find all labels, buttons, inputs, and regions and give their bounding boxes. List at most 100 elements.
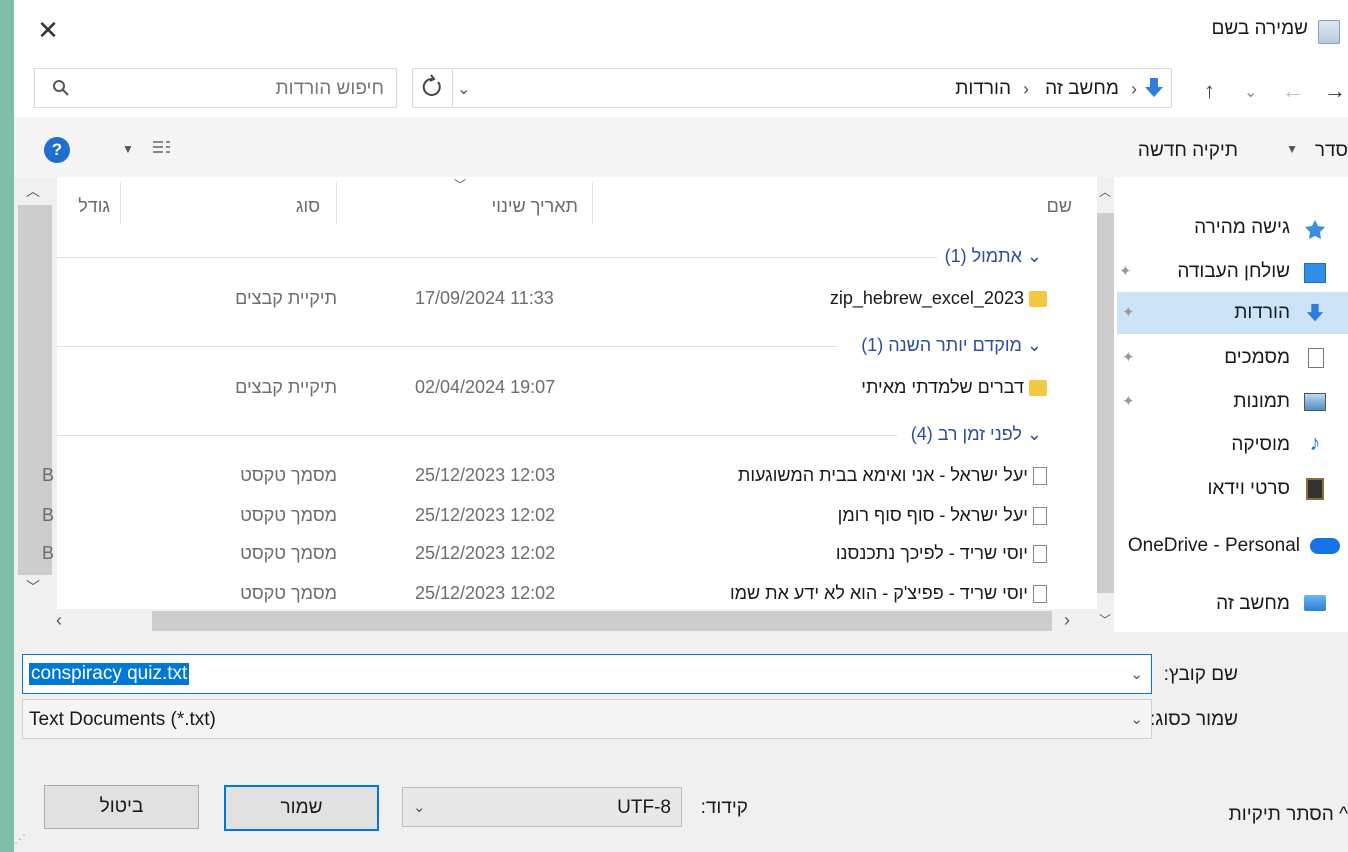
file-name: יעל ישראל - אני ואימא בבית המשוגעות xyxy=(738,465,1047,486)
music-icon: ♪ xyxy=(1309,430,1321,455)
up-button[interactable]: ↑ xyxy=(1204,78,1215,104)
sidebar-item-downloads[interactable]: הורדות ✦ xyxy=(1114,295,1348,331)
file-date: 25/12/2023 12:02 xyxy=(415,583,556,603)
column-header-size[interactable]: גודל xyxy=(78,196,110,217)
savetype-select[interactable]: Text Documents (*.txt) ⌄ xyxy=(22,699,1152,739)
file-type: מסמך טקסט xyxy=(240,465,337,485)
file-type: מסמך טקסט xyxy=(240,583,337,603)
navigation-pane-scrollbar[interactable]: ︿ ﹀ xyxy=(1097,177,1114,632)
sidebar-item-music[interactable]: מוסיקה ♪ xyxy=(1114,427,1348,463)
encoding-dropdown-icon[interactable]: ⌄ xyxy=(413,798,426,816)
collapse-icon: ⌄ xyxy=(1026,424,1042,444)
file-type: מסמך טקסט xyxy=(240,505,337,525)
title-bar xyxy=(14,0,1348,62)
file-name: דברים שלמדתי מאיתי xyxy=(861,377,1047,398)
filename-input[interactable]: conspiracy quiz.txt ⌄ xyxy=(22,654,1152,694)
file-size: B xyxy=(42,465,55,485)
help-icon[interactable]: ? xyxy=(44,137,70,163)
resize-grip-icon[interactable]: ⋰ xyxy=(14,832,26,846)
file-type: תיקיית קבצים xyxy=(235,288,337,308)
search-box[interactable]: חיפוש הורדות xyxy=(34,68,397,108)
forward-button[interactable]: → xyxy=(1324,78,1346,104)
group-divider xyxy=(57,257,937,258)
new-folder-button[interactable]: תיקיה חדשה xyxy=(1138,140,1238,162)
file-date: 17/09/2024 11:33 xyxy=(415,288,554,308)
savetype-dropdown-icon[interactable]: ⌄ xyxy=(1130,710,1143,728)
file-row[interactable]: יעל ישראל - סוף סוף רומן 25/12/2023 12:0… xyxy=(42,503,1047,531)
address-bar[interactable]: › מחשב זה › הורדות ⌄ xyxy=(412,68,1172,108)
search-placeholder: חיפוש הורדות xyxy=(275,78,384,99)
file-row[interactable]: zip_hebrew_excel_2023 17/09/2024 11:33 ת… xyxy=(57,286,1047,314)
group-divider xyxy=(57,435,897,436)
recent-locations-button[interactable]: ⌄ xyxy=(1244,82,1257,102)
file-name: יוסי שריד - לפיכך נתכנסנו xyxy=(836,543,1047,564)
column-header-name[interactable]: שם xyxy=(1047,196,1072,217)
back-button[interactable]: ← xyxy=(1282,78,1304,104)
star-icon xyxy=(1304,219,1326,239)
sidebar-item-pictures[interactable]: תמונות ✦ xyxy=(1114,384,1348,420)
scroll-down-arrow[interactable]: ﹀ xyxy=(26,577,40,597)
file-list-horizontal-scrollbar[interactable]: ‹ › xyxy=(16,609,1097,632)
group-header-earlier-this-year[interactable]: ⌄ מוקדם יותר השנה (1) xyxy=(861,335,1042,356)
column-divider[interactable] xyxy=(336,182,337,224)
group-divider xyxy=(57,346,837,347)
breadcrumb-separator: › xyxy=(1023,79,1029,99)
column-divider[interactable] xyxy=(120,182,121,224)
sidebar-item-documents[interactable]: מסמכים ✦ xyxy=(1114,340,1348,376)
sidebar-item-videos[interactable]: סרטי וידאו xyxy=(1114,471,1348,507)
hide-folders-button[interactable]: ^ הסתר תיקיות xyxy=(1229,804,1348,826)
file-row[interactable]: יוסי שריד - פפיצ'ק - הוא לא ידע את שמו 2… xyxy=(42,581,1047,609)
encoding-value: UTF-8 xyxy=(617,797,671,818)
scroll-up-arrow[interactable]: ︿ xyxy=(26,181,40,201)
documents-icon xyxy=(1308,348,1324,368)
file-row[interactable]: יוסי שריד - לפיכך נתכנסנו 25/12/2023 12:… xyxy=(42,541,1047,569)
close-button[interactable]: ✕ xyxy=(30,12,66,48)
scroll-left-arrow[interactable]: ‹ xyxy=(56,610,62,631)
column-header-date[interactable]: תאריך שינוי xyxy=(492,196,578,217)
sidebar-item-desktop[interactable]: שולחן העבודה ✦ xyxy=(1114,254,1348,290)
address-dropdown-icon[interactable]: ⌄ xyxy=(457,79,470,99)
text-document-icon xyxy=(1033,545,1047,564)
file-row[interactable]: דברים שלמדתי מאיתי 02/04/2024 19:07 תיקי… xyxy=(57,375,1047,403)
refresh-button[interactable] xyxy=(412,68,453,108)
file-name: zip_hebrew_excel_2023 xyxy=(830,288,1047,309)
sidebar-item-onedrive[interactable]: OneDrive - Personal xyxy=(1114,528,1348,564)
breadcrumb-this-pc[interactable]: מחשב זה xyxy=(1045,78,1119,100)
sidebar-item-label: הורדות xyxy=(1234,302,1290,323)
breadcrumb-downloads[interactable]: הורדות xyxy=(955,78,1011,100)
group-header-long-ago[interactable]: ⌄ לפני זמן רב (4) xyxy=(911,424,1042,445)
cancel-button[interactable]: ביטול xyxy=(44,785,199,829)
column-divider[interactable] xyxy=(592,182,593,224)
filename-label: שם קובץ: xyxy=(1163,664,1238,685)
column-header-type[interactable]: סוג xyxy=(296,196,320,217)
computer-icon xyxy=(1304,595,1326,611)
organize-dropdown-icon: ▼ xyxy=(1286,142,1298,156)
sidebar-item-quick-access[interactable]: גישה מהירה xyxy=(1114,210,1348,246)
file-name: יוסי שריד - פפיצ'ק - הוא לא ידע את שמו xyxy=(730,583,1047,604)
download-icon xyxy=(1304,302,1326,322)
file-date: 02/04/2024 19:07 xyxy=(415,377,556,397)
group-header-yesterday[interactable]: ⌄ אתמול (1) xyxy=(945,246,1042,267)
save-button[interactable]: שמור xyxy=(224,785,379,831)
view-dropdown-icon[interactable]: ▼ xyxy=(122,142,134,156)
scroll-right-arrow[interactable]: › xyxy=(1064,610,1070,631)
sidebar-item-this-pc[interactable]: מחשב זה xyxy=(1114,586,1348,622)
filename-dropdown-icon[interactable]: ⌄ xyxy=(1130,665,1143,683)
encoding-select[interactable]: UTF-8 ⌄ xyxy=(402,787,682,827)
view-options-icon[interactable] xyxy=(152,138,172,163)
pin-icon: ✦ xyxy=(1122,393,1135,410)
file-date: 25/12/2023 12:02 xyxy=(415,505,556,525)
folder-icon xyxy=(1029,291,1047,308)
file-row[interactable]: יעל ישראל - אני ואימא בבית המשוגעות 25/1… xyxy=(42,463,1047,491)
text-document-icon xyxy=(1033,467,1047,486)
sidebar-item-label: מסמכים xyxy=(1224,347,1290,368)
breadcrumb-separator: › xyxy=(1131,79,1137,99)
scrollbar-thumb[interactable] xyxy=(152,611,1052,631)
organize-button[interactable]: סדר xyxy=(1315,140,1348,162)
pin-icon: ✦ xyxy=(1122,304,1135,321)
scroll-down-arrow[interactable]: ﹀ xyxy=(1099,611,1111,628)
scrollbar-thumb[interactable] xyxy=(1097,213,1114,593)
file-size: B xyxy=(42,505,55,525)
sidebar-item-label: סרטי וידאו xyxy=(1207,478,1291,499)
scroll-up-arrow[interactable]: ︿ xyxy=(1099,183,1111,200)
